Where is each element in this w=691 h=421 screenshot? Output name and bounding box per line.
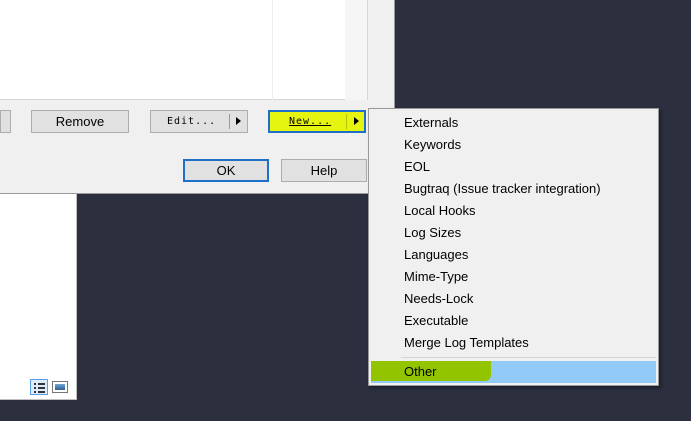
list-scrollbar[interactable]: [345, 0, 367, 100]
menu-item-log-sizes[interactable]: Log Sizes: [371, 222, 656, 244]
menu-item-externals[interactable]: Externals: [371, 112, 656, 134]
split-divider: [229, 114, 230, 129]
partial-button[interactable]: [0, 110, 11, 133]
column-divider: [272, 0, 273, 100]
menu-item-languages[interactable]: Languages: [371, 244, 656, 266]
menu-item-other[interactable]: Other: [371, 361, 656, 383]
help-button[interactable]: Help: [281, 159, 367, 182]
menu-item-executable[interactable]: Executable: [371, 310, 656, 332]
new-button-label: New...: [289, 116, 332, 127]
ok-button[interactable]: OK: [183, 159, 269, 182]
menu-separator: [401, 357, 656, 358]
chevron-right-icon[interactable]: [354, 117, 359, 125]
large-icons-view-icon[interactable]: [52, 381, 68, 393]
menu-item-merge-log-templates[interactable]: Merge Log Templates: [371, 332, 656, 354]
new-property-menu: Externals Keywords EOL Bugtraq (Issue tr…: [368, 108, 659, 386]
properties-list[interactable]: [0, 0, 368, 100]
menu-item-keywords[interactable]: Keywords: [371, 134, 656, 156]
split-divider: [346, 114, 347, 129]
view-mode-toggles: [30, 379, 68, 395]
new-split-button[interactable]: New...: [268, 110, 366, 133]
edit-button-label: Edit...: [167, 116, 217, 127]
menu-item-local-hooks[interactable]: Local Hooks: [371, 200, 656, 222]
details-view-icon[interactable]: [30, 379, 48, 395]
menu-item-mime-type[interactable]: Mime-Type: [371, 266, 656, 288]
chevron-right-icon[interactable]: [236, 117, 241, 125]
menu-item-eol[interactable]: EOL: [371, 156, 656, 178]
remove-button[interactable]: Remove: [31, 110, 129, 133]
properties-dialog: Remove Edit... New... OK Help: [0, 0, 395, 194]
edit-split-button[interactable]: Edit...: [150, 110, 248, 133]
menu-item-other-label: Other: [404, 364, 437, 379]
menu-item-needs-lock[interactable]: Needs-Lock: [371, 288, 656, 310]
menu-item-bugtraq[interactable]: Bugtraq (Issue tracker integration): [371, 178, 656, 200]
